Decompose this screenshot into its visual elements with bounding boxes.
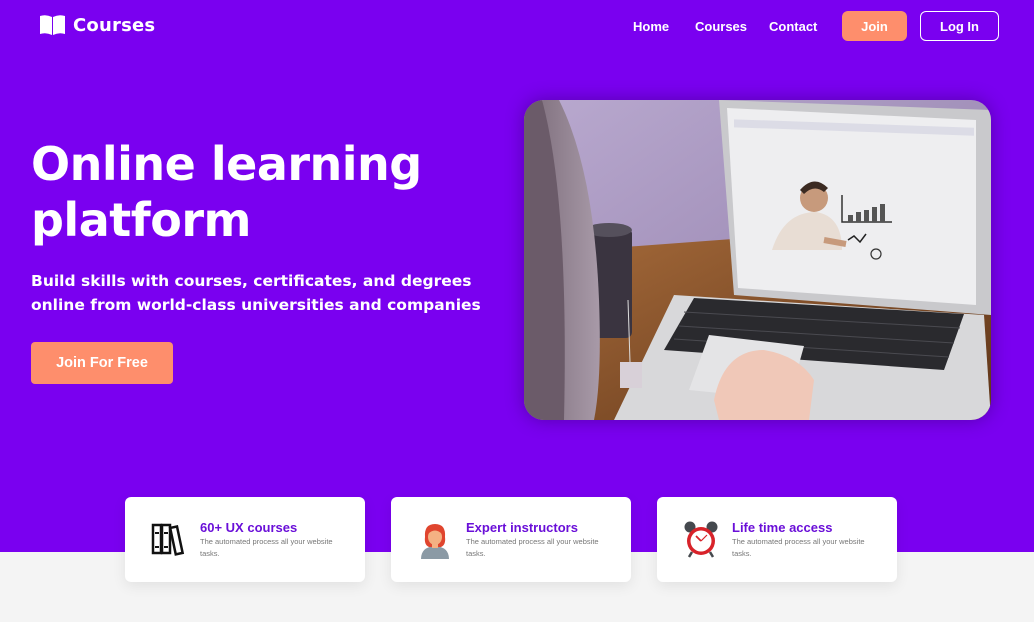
feature-card-access: Life time access The automated process a… xyxy=(657,497,897,582)
nav-link-contact[interactable]: Contact xyxy=(769,19,817,34)
join-button[interactable]: Join xyxy=(842,11,907,41)
feature-title: 60+ UX courses xyxy=(200,520,298,535)
nav-link-home[interactable]: Home xyxy=(633,19,669,34)
alarm-clock-icon xyxy=(684,521,718,558)
hero-subtitle: Build skills with courses, certificates,… xyxy=(31,272,481,314)
brand-logo[interactable]: Courses xyxy=(39,14,155,36)
hero-title: Online learning platform xyxy=(31,136,501,248)
feature-card-courses: 60+ UX courses The automated process all… xyxy=(125,497,365,582)
feature-card-instructors: Expert instructors The automated process… xyxy=(391,497,631,582)
feature-title: Expert instructors xyxy=(466,520,578,535)
hero-section: Courses Home Courses Contact Join Log In… xyxy=(0,0,1034,552)
join-for-free-button[interactable]: Join For Free xyxy=(31,342,173,384)
books-icon xyxy=(151,523,185,556)
hero-title-line-1: Online learning xyxy=(31,137,422,191)
book-icon xyxy=(40,15,65,35)
instructor-icon xyxy=(421,524,449,559)
feature-text: The automated process all your website t… xyxy=(732,537,865,558)
hero-image xyxy=(524,100,991,420)
feature-title: Life time access xyxy=(732,520,833,535)
hero-title-line-2: platform xyxy=(31,193,251,247)
feature-text: The automated process all your website t… xyxy=(200,537,333,558)
login-button[interactable]: Log In xyxy=(920,11,999,41)
nav-link-courses[interactable]: Courses xyxy=(695,19,747,34)
feature-text: The automated process all your website t… xyxy=(466,537,599,558)
brand-name: Courses xyxy=(73,14,156,36)
